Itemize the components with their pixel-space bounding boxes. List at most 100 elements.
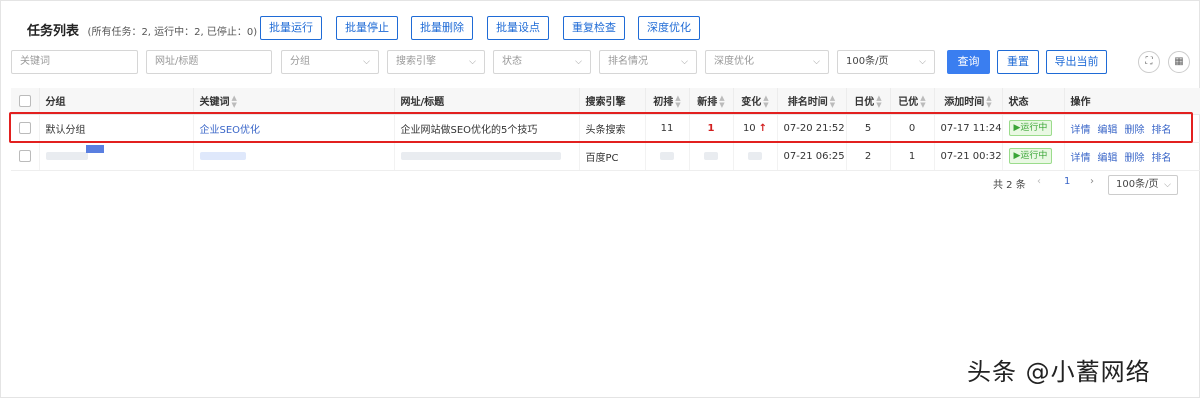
col-keyword-label: 关键词 [199,96,230,108]
cell-group: 默认分组 [39,114,194,143]
sort-icon[interactable]: ▲ ▼ [986,94,991,109]
pager-total: 共 2 条 [993,180,1026,191]
col-rank-time-label: 排名时间 [787,96,828,108]
cell-added: 07-21 00:32 [934,142,1003,171]
blurred-text [660,151,674,160]
sort-icon[interactable]: ▲ ▼ [675,94,680,109]
cell-done: 1 [890,142,935,171]
recheck-button[interactable]: 重复检查 [563,16,625,40]
status-badge: ▶运行中 [1008,120,1053,136]
keyword-input[interactable]: 关键词 [11,50,138,74]
rank-link[interactable]: 排名 [1152,153,1172,164]
col-new-label: 新排 [697,96,718,108]
sort-icon[interactable]: ▲ ▼ [830,94,835,109]
row-checkbox[interactable] [18,150,31,162]
reset-button[interactable]: 重置 [997,50,1039,74]
sort-icon[interactable]: ▲ ▼ [876,94,881,109]
edit-link[interactable]: 编辑 [1098,153,1118,164]
chevron-down-icon: ⌵ [575,57,582,67]
row-checkbox[interactable] [18,122,31,134]
prev-page-icon[interactable]: ‹ [1037,176,1041,187]
cell-actions: 详情 编辑 删除 排名 [1064,114,1200,143]
col-keyword[interactable]: 关键词 ▲ ▼ [193,88,395,115]
edit-link[interactable]: 编辑 [1098,125,1118,136]
keyword-link[interactable]: 企业SEO优化 [200,125,261,136]
blurred-text [199,151,246,160]
rank-link[interactable]: 排名 [1152,125,1172,136]
pager-size-label: 100条/页 [1116,179,1159,190]
export-button[interactable]: 导出当前 [1046,50,1107,74]
status-select-label: 状态 [502,56,522,67]
col-daily[interactable]: 日优 ▲ ▼ [846,88,891,115]
cell-done: 0 [890,114,935,143]
sort-icon[interactable]: ▲ ▼ [763,94,768,109]
cell-daily: 2 [846,142,891,171]
column-settings-icon[interactable]: ▦ [1168,51,1190,73]
ranking-select-label: 排名情况 [608,56,648,67]
arrow-up-icon: ↑ [758,122,768,134]
col-actions: 操作 [1064,88,1200,115]
cell-engine: 头条搜索 [579,114,646,143]
chevron-down-icon: ⌵ [681,57,688,67]
detail-link[interactable]: 详情 [1071,125,1091,136]
cell-new: 1 [689,114,734,143]
col-added-label: 添加时间 [944,96,985,108]
engine-select[interactable]: 搜索引擎 ⌵ [387,50,485,74]
table-header-row: 分组 关键词 ▲ ▼ 网址/标题 搜索引擎 初排 ▲ ▼ 新排 ▲ ▼ 变化 ▲ ▼ 排名时间 ▲… [11,88,1200,115]
deep-optimize-select[interactable]: 深度优化 ⌵ [705,50,829,74]
cell-change [733,142,778,171]
col-initial[interactable]: 初排 ▲ ▼ [645,88,690,115]
select-all-cell[interactable] [11,88,40,115]
group-select[interactable]: 分组 ⌵ [281,50,379,74]
sort-icon[interactable]: ▲ ▼ [920,94,925,109]
col-change[interactable]: 变化 ▲ ▼ [733,88,778,115]
blurred-text [400,151,561,160]
col-group: 分组 [39,88,194,115]
query-button[interactable]: 查询 [947,50,990,74]
batch-delete-button[interactable]: 批量删除 [411,16,473,40]
deep-optimize-button[interactable]: 深度优化 [638,16,700,40]
cell-keyword[interactable]: 企业SEO优化 [193,114,395,143]
batch-stop-button[interactable]: 批量停止 [336,16,398,40]
delete-link[interactable]: 删除 [1125,125,1145,136]
table-row: 默认分组 企业SEO优化 企业网站做SEO优化的5个技巧 头条搜索 11 1 1… [11,114,1200,143]
col-done[interactable]: 已优 ▲ ▼ [890,88,935,115]
col-status: 状态 [1002,88,1065,115]
sort-icon[interactable]: ▲ ▼ [232,94,237,109]
page-size-select[interactable]: 100条/页 ⌵ [837,50,935,74]
url-title-input[interactable]: 网址/标题 [146,50,272,74]
next-page-icon[interactable]: › [1090,176,1094,187]
batch-set-button[interactable]: 批量设点 [487,16,549,40]
batch-run-button[interactable]: 批量运行 [260,16,322,40]
pager-size-select[interactable]: 100条/页 ⌵ [1108,175,1178,195]
page-size-label: 100条/页 [846,56,889,67]
cell-title [394,142,580,171]
select-all-checkbox[interactable] [18,94,31,107]
page-title-text: 任务列表 [27,24,80,39]
delete-link[interactable]: 删除 [1125,153,1145,164]
blurred-text [45,151,88,160]
chevron-down-icon: ⌵ [919,57,926,67]
col-rank-time[interactable]: 排名时间 ▲ ▼ [777,88,847,115]
cell-daily: 5 [846,114,891,143]
chevron-down-icon: ⌵ [469,57,476,67]
status-badge-label: 运行中 [1020,151,1048,161]
ranking-select[interactable]: 排名情况 ⌵ [599,50,697,74]
detail-link[interactable]: 详情 [1071,153,1091,164]
col-done-label: 已优 [898,96,919,108]
group-tag [86,145,104,153]
sort-icon[interactable]: ▲ ▼ [719,94,724,109]
row-select-cell[interactable] [11,114,40,143]
page-number[interactable]: 1 [1064,176,1070,187]
cell-group [39,142,194,171]
page-title: 任务列表 (所有任务：2, 运行中：2, 已停止：0) [27,20,257,39]
status-select[interactable]: 状态 ⌵ [493,50,591,74]
row-select-cell[interactable] [11,142,40,171]
new-rank-value: 1 [707,122,715,134]
col-url-title: 网址/标题 [394,88,580,115]
cell-initial [645,142,690,171]
col-new[interactable]: 新排 ▲ ▼ [689,88,734,115]
fullscreen-icon[interactable]: ⛶ [1138,51,1160,73]
col-added[interactable]: 添加时间 ▲ ▼ [934,88,1003,115]
cell-keyword[interactable] [193,142,395,171]
